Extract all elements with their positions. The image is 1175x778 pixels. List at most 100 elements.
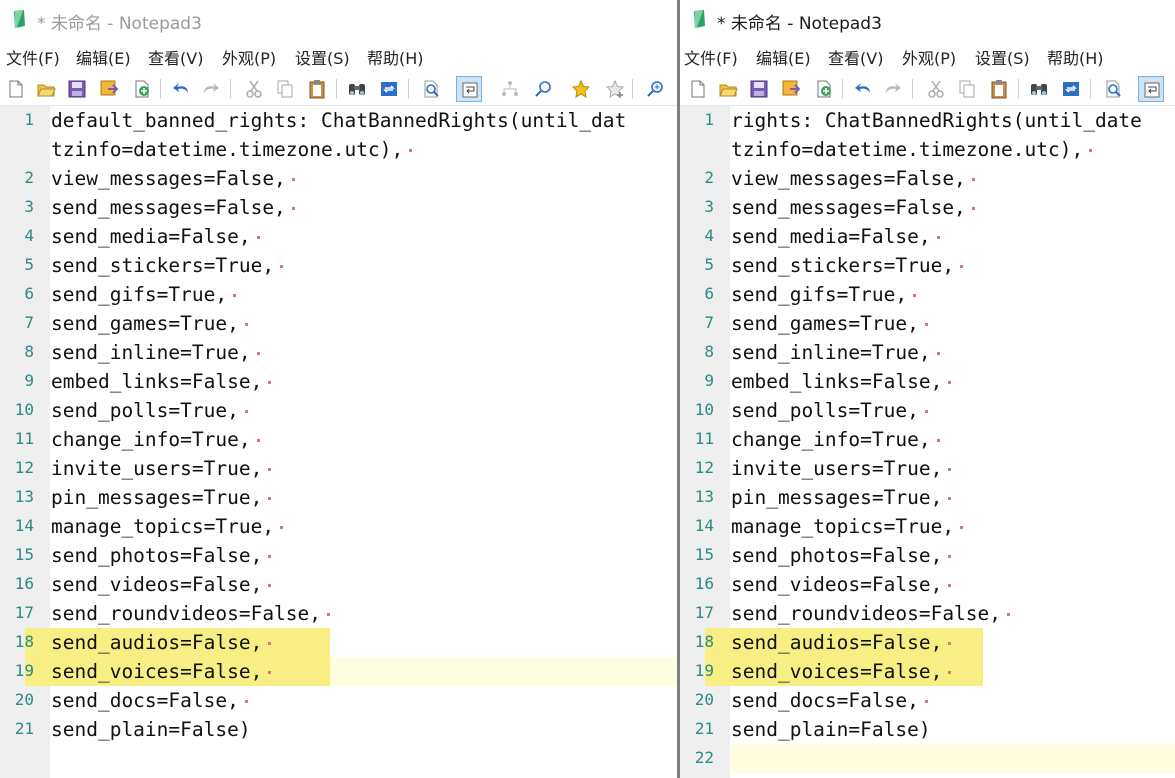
tree-button[interactable] (497, 76, 523, 102)
code-line[interactable]: 16 send_videos=False, (680, 570, 1175, 599)
zoom-button[interactable] (418, 76, 444, 102)
save-button[interactable] (746, 76, 772, 102)
code-line[interactable]: 16 send_videos=False, (0, 570, 677, 599)
cut-button[interactable] (923, 76, 949, 102)
paste-button[interactable] (986, 76, 1012, 102)
cut-button[interactable] (241, 76, 267, 102)
line-text-content: send_gifs=True, (731, 283, 908, 306)
menu-view[interactable]: 查看(V) (828, 45, 883, 69)
code-line[interactable]: 20 send_docs=False, (0, 686, 677, 715)
line-text-content: embed_links=False, (51, 370, 263, 393)
search-in-files-button[interactable] (530, 76, 556, 102)
word-wrap-button[interactable] (456, 76, 482, 102)
line-text: send_gifs=True, (51, 283, 237, 306)
copy-button[interactable] (272, 76, 298, 102)
menu-edit[interactable]: 编辑(E) (76, 45, 131, 69)
line-text-content: send_inline=True, (51, 341, 251, 364)
replace-button[interactable] (1058, 76, 1084, 102)
save-button[interactable] (64, 76, 90, 102)
menu-view[interactable]: 查看(V) (148, 45, 203, 69)
code-line[interactable]: 4 send_media=False, (0, 222, 677, 251)
title-bar[interactable]: * 未命名 - Notepad3 (680, 0, 1175, 38)
code-line[interactable]: 10 send_polls=True, (680, 396, 1175, 425)
code-line[interactable]: 7 send_games=True, (0, 309, 677, 338)
save-as-button[interactable] (778, 76, 804, 102)
code-line[interactable]: 1 default_banned_rights: ChatBannedRights… (0, 106, 677, 135)
code-line[interactable]: 12 invite_users=True, (0, 454, 677, 483)
code-line[interactable]: 21 send_plain=False) (680, 715, 1175, 744)
code-line[interactable]: 18 send_audios=False, (0, 628, 677, 657)
code-line[interactable]: tzinfo=datetime.timezone.utc), (680, 135, 1175, 164)
code-line[interactable]: 6 send_gifs=True, (0, 280, 677, 309)
code-line[interactable]: 9 embed_links=False, (0, 367, 677, 396)
code-line[interactable]: tzinfo=datetime.timezone.utc), (0, 135, 677, 164)
paste-button[interactable] (304, 76, 330, 102)
undo-button[interactable] (850, 76, 876, 102)
zoom-in-button[interactable] (642, 76, 668, 102)
title-bar[interactable]: * 未命名 - Notepad3 (0, 0, 677, 38)
code-line[interactable]: 3 send_messages=False, (680, 193, 1175, 222)
replace-button[interactable] (376, 76, 402, 102)
menu-appearance[interactable]: 外观(P) (222, 45, 276, 69)
code-line[interactable]: 4 send_media=False, (680, 222, 1175, 251)
menu-appearance[interactable]: 外观(P) (902, 45, 956, 69)
code-line[interactable]: 6 send_gifs=True, (680, 280, 1175, 309)
add-favorite-button[interactable] (602, 76, 628, 102)
code-line[interactable]: 5 send_stickers=True, (680, 251, 1175, 280)
code-line[interactable]: 13 pin_messages=True, (0, 483, 677, 512)
new-file-button[interactable] (3, 76, 29, 102)
code-line[interactable]: 21 send_plain=False) (0, 715, 677, 744)
browse-button[interactable] (811, 76, 837, 102)
code-line[interactable]: 3 send_messages=False, (0, 193, 677, 222)
code-line[interactable]: 2 view_messages=False, (680, 164, 1175, 193)
code-line[interactable]: 13 pin_messages=True, (680, 483, 1175, 512)
code-line[interactable]: 12 invite_users=True, (680, 454, 1175, 483)
favorite-button[interactable] (568, 76, 594, 102)
editor-area[interactable]: 1 rights: ChatBannedRights(until_date tzin… (680, 106, 1175, 778)
line-text: send_videos=False, (731, 573, 952, 596)
code-line[interactable]: 7 send_games=True, (680, 309, 1175, 338)
code-line[interactable]: 22 (680, 744, 1175, 773)
code-line[interactable]: 20 send_docs=False, (680, 686, 1175, 715)
code-line[interactable]: 17 send_roundvideos=False, (680, 599, 1175, 628)
menu-help[interactable]: 帮助(H) (367, 45, 424, 69)
code-line[interactable]: 15 send_photos=False, (0, 541, 677, 570)
editor-area[interactable]: 1 default_banned_rights: ChatBannedRights… (0, 106, 677, 778)
code-line[interactable]: 19 send_voices=False, (0, 657, 677, 686)
menu-file[interactable]: 文件(F) (684, 45, 738, 69)
open-folder-button[interactable] (33, 76, 59, 102)
menu-settings[interactable]: 设置(S) (975, 45, 1030, 69)
find-button[interactable] (1026, 76, 1052, 102)
find-button[interactable] (344, 76, 370, 102)
code-line[interactable]: 1 rights: ChatBannedRights(until_date (680, 106, 1175, 135)
code-line[interactable]: 9 embed_links=False, (680, 367, 1175, 396)
code-line[interactable]: 11 change_info=True, (680, 425, 1175, 454)
code-line[interactable]: 10 send_polls=True, (0, 396, 677, 425)
code-line[interactable]: 14 manage_topics=True, (0, 512, 677, 541)
code-line[interactable]: 2 view_messages=False, (0, 164, 677, 193)
save-as-button[interactable] (96, 76, 122, 102)
line-text: send_audios=False, (731, 631, 952, 654)
menu-help[interactable]: 帮助(H) (1047, 45, 1104, 69)
zoom-button[interactable] (1100, 76, 1126, 102)
code-line[interactable]: 8 send_inline=True, (0, 338, 677, 367)
code-line[interactable]: 11 change_info=True, (0, 425, 677, 454)
browse-button[interactable] (129, 76, 155, 102)
code-line[interactable]: 8 send_inline=True, (680, 338, 1175, 367)
redo-button[interactable] (880, 76, 906, 102)
code-line[interactable]: 15 send_photos=False, (680, 541, 1175, 570)
redo-button[interactable] (198, 76, 224, 102)
new-file-button[interactable] (685, 76, 711, 102)
code-line[interactable]: 14 manage_topics=True, (680, 512, 1175, 541)
open-folder-button[interactable] (715, 76, 741, 102)
code-line[interactable]: 19 send_voices=False, (680, 657, 1175, 686)
copy-button[interactable] (954, 76, 980, 102)
menu-edit[interactable]: 编辑(E) (756, 45, 811, 69)
code-line[interactable]: 17 send_roundvideos=False, (0, 599, 677, 628)
word-wrap-button[interactable] (1138, 76, 1164, 102)
code-line[interactable]: 18 send_audios=False, (680, 628, 1175, 657)
undo-button[interactable] (168, 76, 194, 102)
menu-file[interactable]: 文件(F) (6, 45, 60, 69)
code-line[interactable]: 5 send_stickers=True, (0, 251, 677, 280)
menu-settings[interactable]: 设置(S) (295, 45, 350, 69)
